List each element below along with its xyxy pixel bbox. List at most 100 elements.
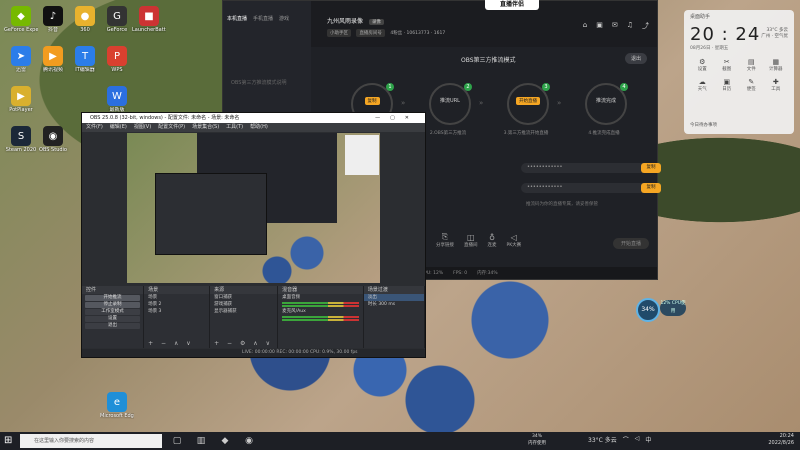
windows-start-icon[interactable]: ⊞ [4, 435, 12, 446]
studio-mode-button[interactable]: 工作室模式 [85, 309, 141, 315]
widget-item[interactable]: ✎ 便签 [739, 78, 764, 92]
network-icon[interactable]: ⌒ [623, 435, 629, 444]
desktop-icon-label: WPS [111, 67, 123, 73]
clock-time: 20:24 [779, 433, 794, 439]
scene-item[interactable]: 场景 2 [144, 301, 209, 308]
copy-key-button[interactable]: 复制 [641, 183, 661, 193]
desktop-icon[interactable]: ▶ 腾讯视频 [36, 44, 70, 82]
tab-game[interactable]: 游戏 [279, 15, 289, 22]
quit-mode-button[interactable]: 退出 [624, 53, 647, 64]
widget-item[interactable]: ▦ 计算器 [764, 58, 789, 72]
desktop-icon[interactable]: S Steam 2020 [4, 124, 38, 162]
dock-controls: 控件 开始推流 停止录制 工作室模式 设置 退出 [82, 286, 145, 348]
menu-scene-collection[interactable]: 场景集合(S) [192, 123, 219, 132]
scene-item[interactable]: 场景 3 [144, 308, 209, 315]
room-tag[interactable]: 录像 [368, 19, 384, 25]
source-item[interactable]: 游戏捕获 [210, 301, 277, 308]
desktop-icon-label: GeForce [106, 27, 128, 33]
desktop-icon[interactable]: ■LauncherBattle [132, 4, 166, 42]
desktop-icon[interactable]: ◆GeForce Experience [4, 4, 38, 42]
widget-item[interactable]: ✂ 截图 [715, 58, 740, 72]
settings-button[interactable]: 设置 [85, 316, 141, 322]
transition-select[interactable]: 淡出 [363, 294, 424, 301]
folder-icon[interactable]: ▥ [194, 434, 208, 448]
gift-icon[interactable]: ⌂ [583, 21, 587, 31]
step-2-badge: 2 [464, 83, 472, 91]
cpu-monitor[interactable]: 34% 12% CPU使用 [636, 298, 688, 322]
window-controls[interactable]: —▢✕ [375, 113, 419, 123]
taskbar-search[interactable]: 在这里输入你要搜索的内容 [20, 434, 162, 448]
widget-item[interactable]: ☁ 天气 [690, 78, 715, 92]
desktop-icon[interactable]: T IT编辑器 [68, 44, 102, 82]
chip-assistant[interactable]: 小助手区 [327, 29, 351, 37]
step-3-button[interactable]: 开始直播 [516, 97, 540, 105]
obs-icon[interactable]: ◉ [242, 434, 256, 448]
desktop-icon[interactable]: ◉ OBS Studio [36, 124, 70, 162]
tool-share[interactable]: ⎘ 分享链接 [436, 232, 454, 248]
share-icon[interactable]: ⤴ [642, 21, 649, 31]
preview-widget [345, 135, 379, 175]
widget-item[interactable]: ▤ 文件 [739, 58, 764, 72]
step-2-text: 推流URL [440, 98, 460, 104]
desktop-icon-label: 迅雷 [15, 67, 26, 73]
scene-toolbar[interactable]: + − ∧ ∨ [144, 340, 209, 348]
app-icon: ■ [139, 6, 159, 26]
start-stream-button[interactable]: 开始推流 [85, 295, 141, 301]
widget-item[interactable]: ⚙ 设置 [690, 58, 715, 72]
source-item[interactable]: 窗口捕获 [210, 294, 277, 301]
desktop-icon[interactable]: P WPS [100, 44, 134, 82]
ime-indicator[interactable]: 中 [645, 435, 651, 444]
volume-icon[interactable]: ◁ [635, 435, 640, 444]
obs-docks: 控件 开始推流 停止录制 工作室模式 设置 退出 场景 场景 场景 2 场景 3… [82, 286, 425, 348]
menu-tools[interactable]: 工具(T) [226, 123, 243, 132]
source-item[interactable]: 显示器捕获 [210, 308, 277, 315]
widget-item[interactable]: ▣ 日历 [715, 78, 740, 92]
copy-url-button[interactable]: 复制 [641, 163, 661, 173]
mic-icon: ♁ [489, 232, 495, 242]
transition-duration[interactable]: 时长 300 ms [364, 301, 424, 308]
lock-icon[interactable]: ▣ [596, 21, 603, 31]
desktop-icon[interactable]: e Microsoft Edge [100, 390, 134, 428]
scene-item[interactable]: 场景 [144, 294, 209, 301]
push-key-field[interactable]: •••••••••••• ◎ [521, 183, 661, 193]
step-4-text: 推流完成 [595, 98, 616, 104]
mail-icon[interactable]: ✉ [612, 21, 618, 31]
step-1-button[interactable]: 复制 [364, 97, 380, 105]
tool-pk[interactable]: ◁ PK大赛 [507, 233, 522, 248]
menu-file[interactable]: 文件(F) [86, 123, 103, 132]
task-view-icon[interactable]: ▢ [170, 434, 184, 448]
menu-view[interactable]: 视图(V) [134, 123, 151, 132]
tab-phone-live[interactable]: 手机直播 [253, 15, 273, 22]
tool-mic[interactable]: ♁ 连麦 [488, 233, 497, 248]
speaker-icon: ◁ [510, 232, 517, 242]
desktop-icon[interactable]: ➤ 迅雷 [4, 44, 38, 82]
menu-edit[interactable]: 编辑(E) [110, 123, 127, 132]
tray-weather[interactable]: 33°C 多云 [588, 435, 617, 444]
memory-usage[interactable]: 34% 内存使用 [528, 433, 546, 447]
tool-room[interactable]: ◫ 直播间 [464, 233, 478, 248]
obs-preview[interactable] [127, 133, 380, 283]
widget-grid: ⚙ 设置 ✂ 截图 ▤ 文件 ▦ 计算器 ☁ 天气 ▣ 日历 ✎ 便签 ✚ 工具 [690, 58, 788, 92]
desktop-icon-label: LauncherBattle [132, 27, 166, 33]
menu-help[interactable]: 帮助(H) [250, 123, 268, 132]
app-icon: ● [75, 6, 95, 26]
push-url-field[interactable]: •••••••••••• ◎ [521, 163, 661, 173]
desktop-icon[interactable]: ♪ 抖音 [36, 4, 70, 42]
audio-meter [282, 305, 359, 307]
source-toolbar[interactable]: + − ⚙ ∧ ∨ [210, 340, 277, 348]
start-live-button[interactable]: 开始直播 [612, 238, 649, 249]
exit-button[interactable]: 退出 [85, 323, 141, 329]
chip-room-id[interactable]: 直播房间号 [356, 29, 385, 37]
widget-item[interactable]: ✚ 工具 [764, 78, 789, 92]
desktop-icon[interactable]: ▶ PotPlayer [4, 84, 38, 122]
taskbar-clock[interactable]: 20:24 2022/8/26 [768, 433, 794, 447]
bell-icon[interactable]: ♫ [627, 21, 633, 31]
stream-app-icon[interactable]: ◆ [218, 434, 232, 448]
widget-todo[interactable]: 今日待办事项 [690, 122, 717, 128]
obs-titlebar: OBS 25.0.8 (32-bit, windows) - 配置文件: 未命名… [82, 113, 425, 123]
desktop-icon[interactable]: G GeForce [100, 4, 134, 42]
menu-profile[interactable]: 配置文件(P) [158, 123, 185, 132]
desktop-icon[interactable]: ● 360 [68, 4, 102, 42]
stop-record-button[interactable]: 停止录制 [85, 302, 141, 308]
tab-local-live[interactable]: 本机直播 [227, 15, 247, 22]
